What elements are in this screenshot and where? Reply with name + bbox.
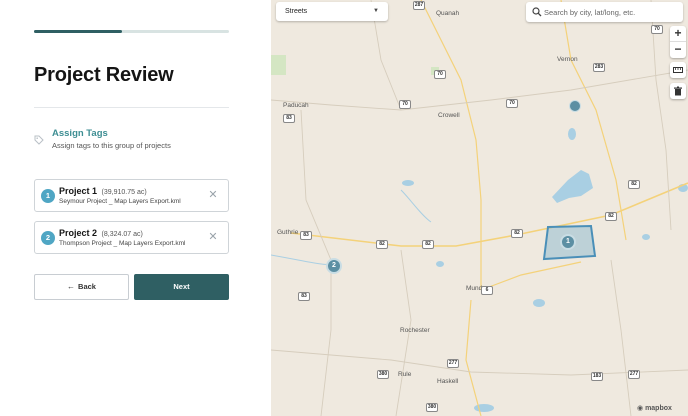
route-shield: 277 [628,370,640,379]
delete-button[interactable] [670,83,686,99]
trash-icon [674,86,682,96]
map-style-select[interactable]: Streets ▼ [276,2,388,21]
route-shield: 82 [376,240,388,249]
map-search[interactable] [526,2,683,22]
project-number-badge: 2 [41,231,55,245]
route-shield: 83 [283,114,295,123]
ruler-button[interactable] [670,62,686,78]
project-name: Project 2 (8,324.07 ac) [59,228,143,238]
mapbox-logo: ◉ mapbox [637,405,672,412]
route-shield: 82 [511,229,523,238]
route-shield: 83 [298,292,310,301]
project-acres: (8,324.07 ac) [101,231,143,238]
back-button[interactable]: ← Back [34,274,129,300]
close-icon[interactable]: ✕ [207,189,219,201]
route-shield: 82 [605,212,617,221]
route-shield: 82 [628,180,640,189]
place-label: Haskell [437,378,459,385]
place-label: Rule [398,371,412,378]
route-shield: 83 [300,231,312,240]
close-icon[interactable]: ✕ [207,231,219,243]
route-shield: 283 [593,63,605,72]
route-shield: 70 [506,99,518,108]
zoom-out-button[interactable]: − [670,42,686,58]
place-label: Paducah [283,102,309,109]
place-label: Guthrie [277,229,299,236]
route-shield: 6 [481,286,493,295]
route-shield: 277 [447,359,459,368]
zoom-in-button[interactable]: + [670,26,686,42]
step-description: Assign tags to this group of projects [52,141,171,150]
next-button[interactable]: Next [134,274,229,300]
place-label: Rochester [400,327,430,334]
project-file: Thompson Project _ Map Layers Export.kml [59,240,186,247]
mapbox-mark-icon: ◉ [637,405,644,412]
project-number-badge: 1 [41,189,55,203]
project-cluster-marker[interactable]: 1 [560,234,576,250]
route-shield: 82 [422,240,434,249]
search-input[interactable] [544,4,679,20]
divider [34,107,229,108]
wizard-panel: Project Review Assign Tags Assign tags t… [0,0,271,416]
page-title: Project Review [34,64,174,86]
place-label: Vernon [557,56,578,63]
project-file: Seymour Project _ Map Layers Export.kml [59,198,181,205]
project-acres: (39,910.75 ac) [101,189,147,196]
map-base [271,0,688,416]
route-shield: 70 [434,70,446,79]
progress-fill [34,30,122,33]
route-shield: 287 [413,1,425,10]
project-cluster-marker[interactable]: 2 [326,258,342,274]
step-title: Assign Tags [52,128,108,139]
project-card: 1 Project 1 (39,910.75 ac) Seymour Proje… [34,179,229,212]
route-shield: 70 [399,100,411,109]
tag-icon [34,132,44,145]
zoom-control: + − [670,26,686,58]
project-name: Project 1 (39,910.75 ac) [59,186,147,196]
route-shield: 183 [591,372,603,381]
search-icon [532,7,542,17]
ruler-icon [673,67,683,73]
arrow-left-icon: ← [67,282,76,291]
route-shield: 70 [651,25,663,34]
route-shield: 380 [377,370,389,379]
place-label: Quanah [436,10,460,17]
place-label: Crowell [438,112,460,119]
project-cluster-marker[interactable] [569,100,581,112]
route-shield: 380 [426,403,438,412]
chevron-down-icon: ▼ [373,8,379,14]
map-view[interactable]: Quanah Vernon Paducah Crowell Guthrie Mu… [271,0,688,416]
progress-bar [34,30,229,33]
project-card: 2 Project 2 (8,324.07 ac) Thompson Proje… [34,221,229,254]
